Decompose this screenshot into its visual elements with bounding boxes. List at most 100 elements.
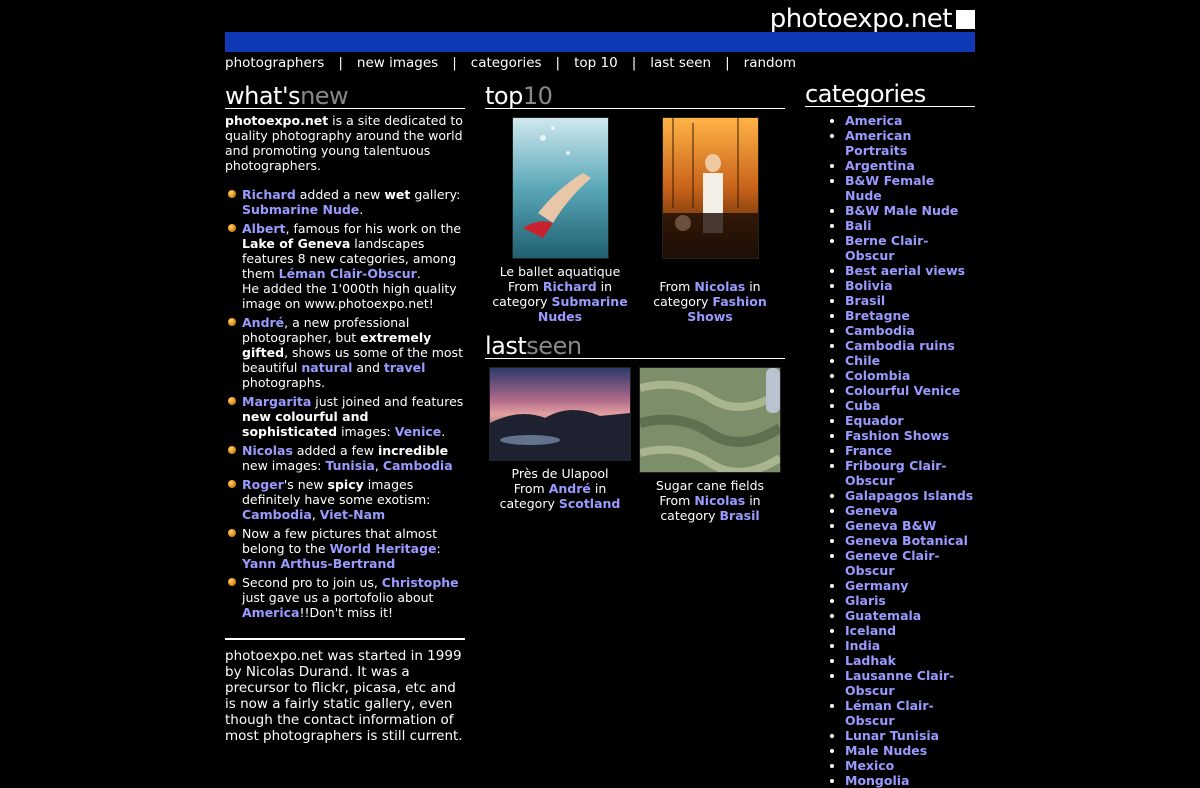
category-link[interactable]: America <box>845 113 902 128</box>
category-link[interactable]: Fashion Shows <box>845 428 949 443</box>
category-link[interactable]: Ladhak <box>845 653 896 668</box>
fashion-harbor-photo[interactable] <box>661 117 759 259</box>
category-item: Cuba <box>845 398 975 413</box>
news-link[interactable]: Cambodia <box>242 507 312 522</box>
category-link[interactable]: Argentina <box>845 158 915 173</box>
news-text: 's new <box>283 477 328 492</box>
category-link[interactable]: France <box>845 443 892 458</box>
category-link[interactable]: Equador <box>845 413 904 428</box>
category-link[interactable]: Iceland <box>845 623 896 638</box>
category-link[interactable]: Lunar Tunisia <box>845 728 939 743</box>
category-link[interactable]: B&W Female Nude <box>845 173 934 203</box>
nav-link-last-seen[interactable]: last seen <box>650 55 711 71</box>
category-link[interactable]: Germany <box>845 578 908 593</box>
category-link[interactable]: American Portraits <box>845 128 911 158</box>
news-link[interactable]: Yann Arthus-Bertrand <box>242 556 395 571</box>
category-link[interactable]: Geneve Clair-Obscur <box>845 548 940 578</box>
news-link[interactable]: Albert <box>242 221 286 236</box>
nav-link-new-images[interactable]: new images <box>357 55 438 71</box>
category-link[interactable]: Bali <box>845 218 872 233</box>
title-part: last <box>485 332 527 360</box>
category-link[interactable]: Colombia <box>845 368 910 383</box>
site-logo[interactable]: photoexpo.net <box>770 4 975 34</box>
news-link[interactable]: Richard <box>242 187 296 202</box>
category-link[interactable]: Geneva <box>845 503 898 518</box>
category-item: Fashion Shows <box>845 428 975 443</box>
category-item: Equador <box>845 413 975 428</box>
category-link[interactable]: Bretagne <box>845 308 910 323</box>
aerial-fields-photo[interactable] <box>638 367 783 476</box>
category-link[interactable]: Male Nudes <box>845 743 927 758</box>
category-item: Geneva Botanical <box>845 533 975 548</box>
category-link[interactable]: Léman Clair-Obscur <box>845 698 934 728</box>
news-link[interactable]: travel <box>384 360 426 375</box>
gallery-column: top10 Le ballet aquatique From Richard in… <box>485 84 785 523</box>
news-link[interactable]: Roger <box>242 477 284 492</box>
news-text: , <box>374 458 383 473</box>
news-link[interactable]: natural <box>301 360 352 375</box>
category-link[interactable]: Geneva Botanical <box>845 533 968 548</box>
category-link[interactable]: Geneva B&W <box>845 518 936 533</box>
news-text: added a new <box>295 187 385 202</box>
underwater-nude-photo[interactable] <box>511 117 609 259</box>
category-link[interactable]: India <box>845 638 880 653</box>
news-emphasis: wet <box>384 187 411 202</box>
photographer-link[interactable]: André <box>549 481 591 496</box>
news-link[interactable]: Nicolas <box>242 443 293 458</box>
title-part: categories <box>805 80 926 108</box>
category-link[interactable]: Mongolia <box>845 773 909 788</box>
news-link[interactable]: America <box>242 605 299 620</box>
news-link[interactable]: World Heritage <box>330 541 437 556</box>
photo-credit: From Richard in <box>485 279 635 294</box>
category-link[interactable]: Lausanne Clair-Obscur <box>845 668 954 698</box>
category-link[interactable]: Cuba <box>845 398 880 413</box>
category-item: Cambodia <box>845 323 975 338</box>
photographer-link[interactable]: Nicolas <box>694 493 745 508</box>
news-text: and <box>352 360 384 375</box>
nav-separator: | <box>631 55 637 71</box>
category-link[interactable]: Fribourg Clair-Obscur <box>845 458 947 488</box>
news-link[interactable]: Léman Clair-Obscur <box>279 266 417 281</box>
news-link[interactable]: Margarita <box>242 394 311 409</box>
nav-link-categories[interactable]: categories <box>471 55 542 71</box>
category-link[interactable]: Brasil <box>720 508 760 523</box>
category-link[interactable]: Submarine Nudes <box>538 294 628 324</box>
category-link[interactable]: Chile <box>845 353 880 368</box>
news-link[interactable]: Viet-Nam <box>320 507 385 522</box>
nav-link-top-10[interactable]: top 10 <box>574 55 618 71</box>
category-item: Cambodia ruins <box>845 338 975 353</box>
news-link[interactable]: Cambodia <box>383 458 453 473</box>
news-link[interactable]: Submarine Nude <box>242 202 359 217</box>
photo-credit: From Nicolas in <box>635 493 785 508</box>
category-item: France <box>845 443 975 458</box>
category-link[interactable]: Cambodia ruins <box>845 338 955 353</box>
news-emphasis: Lake of Geneva <box>242 236 351 251</box>
category-item: Argentina <box>845 158 975 173</box>
news-link[interactable]: André <box>242 315 284 330</box>
news-link[interactable]: Venice <box>395 424 442 439</box>
photographer-link[interactable]: Richard <box>543 279 597 294</box>
logo-text[interactable]: photoexpo.net <box>770 4 953 34</box>
category-link[interactable]: Best aerial views <box>845 263 965 278</box>
nav-link-photographers[interactable]: photographers <box>225 55 324 71</box>
title-part: what's <box>225 82 301 110</box>
category-link[interactable]: B&W Male Nude <box>845 203 958 218</box>
top10-thumbs: Le ballet aquatique From Richard in catego… <box>485 117 785 324</box>
photographer-link[interactable]: Nicolas <box>694 279 745 294</box>
category-link[interactable]: Brasil <box>845 293 885 308</box>
credit-text: in <box>590 481 607 496</box>
photo-category: category Scotland <box>485 496 635 511</box>
category-link[interactable]: Berne Clair-Obscur <box>845 233 928 263</box>
category-link[interactable]: Colourful Venice <box>845 383 960 398</box>
category-link[interactable]: Scotland <box>559 496 621 511</box>
news-link[interactable]: Tunisia <box>325 458 374 473</box>
news-link[interactable]: Christophe <box>382 575 459 590</box>
nav-link-random[interactable]: random <box>744 55 796 71</box>
category-link[interactable]: Cambodia <box>845 323 915 338</box>
category-link[interactable]: Galapagos Islands <box>845 488 973 503</box>
category-link[interactable]: Bolivia <box>845 278 893 293</box>
sunset-lake-photo[interactable] <box>489 367 631 461</box>
category-link[interactable]: Guatemala <box>845 608 921 623</box>
category-link[interactable]: Mexico <box>845 758 894 773</box>
category-link[interactable]: Glaris <box>845 593 886 608</box>
